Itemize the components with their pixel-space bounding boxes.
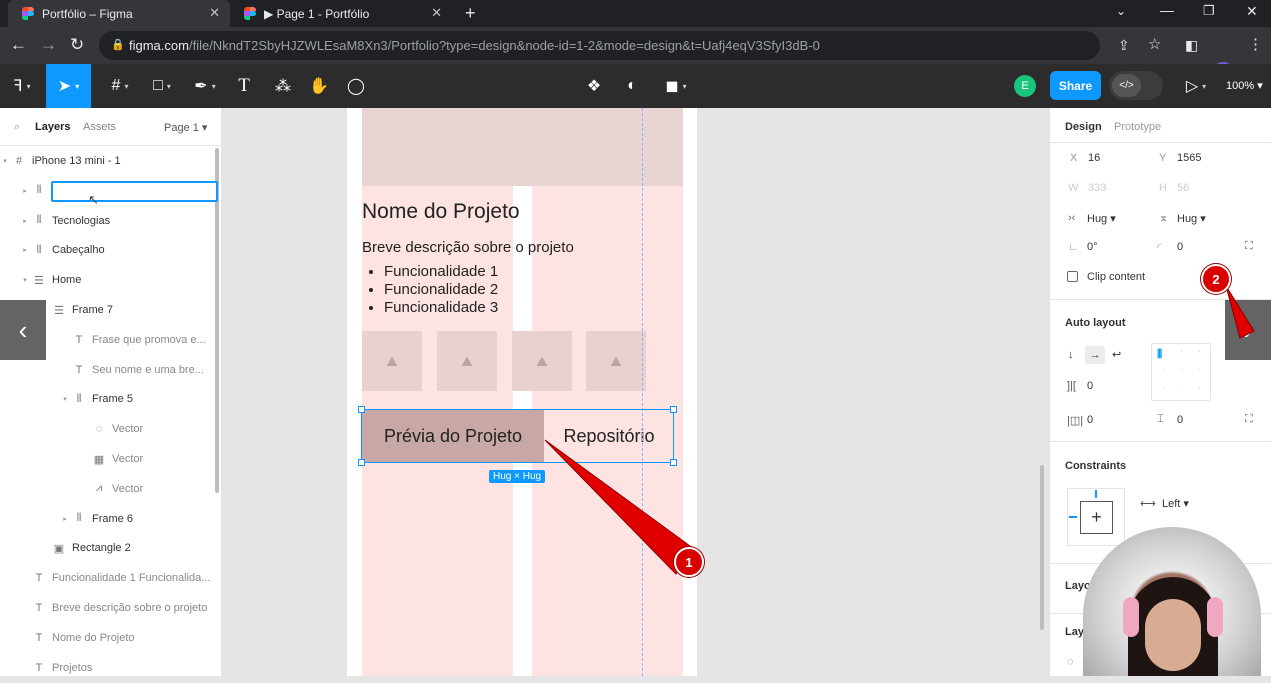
annotation-arrows [544,285,1255,575]
annotation-arrow-1 [544,439,691,575]
annotation-arrow-2 [1225,285,1255,339]
presenter-face [1145,599,1201,671]
headphone-icon [1207,597,1223,637]
headphone-icon [1123,597,1139,637]
annotation-badge-1: 1 [674,547,704,577]
annotation-badge-2: 2 [1201,264,1231,294]
